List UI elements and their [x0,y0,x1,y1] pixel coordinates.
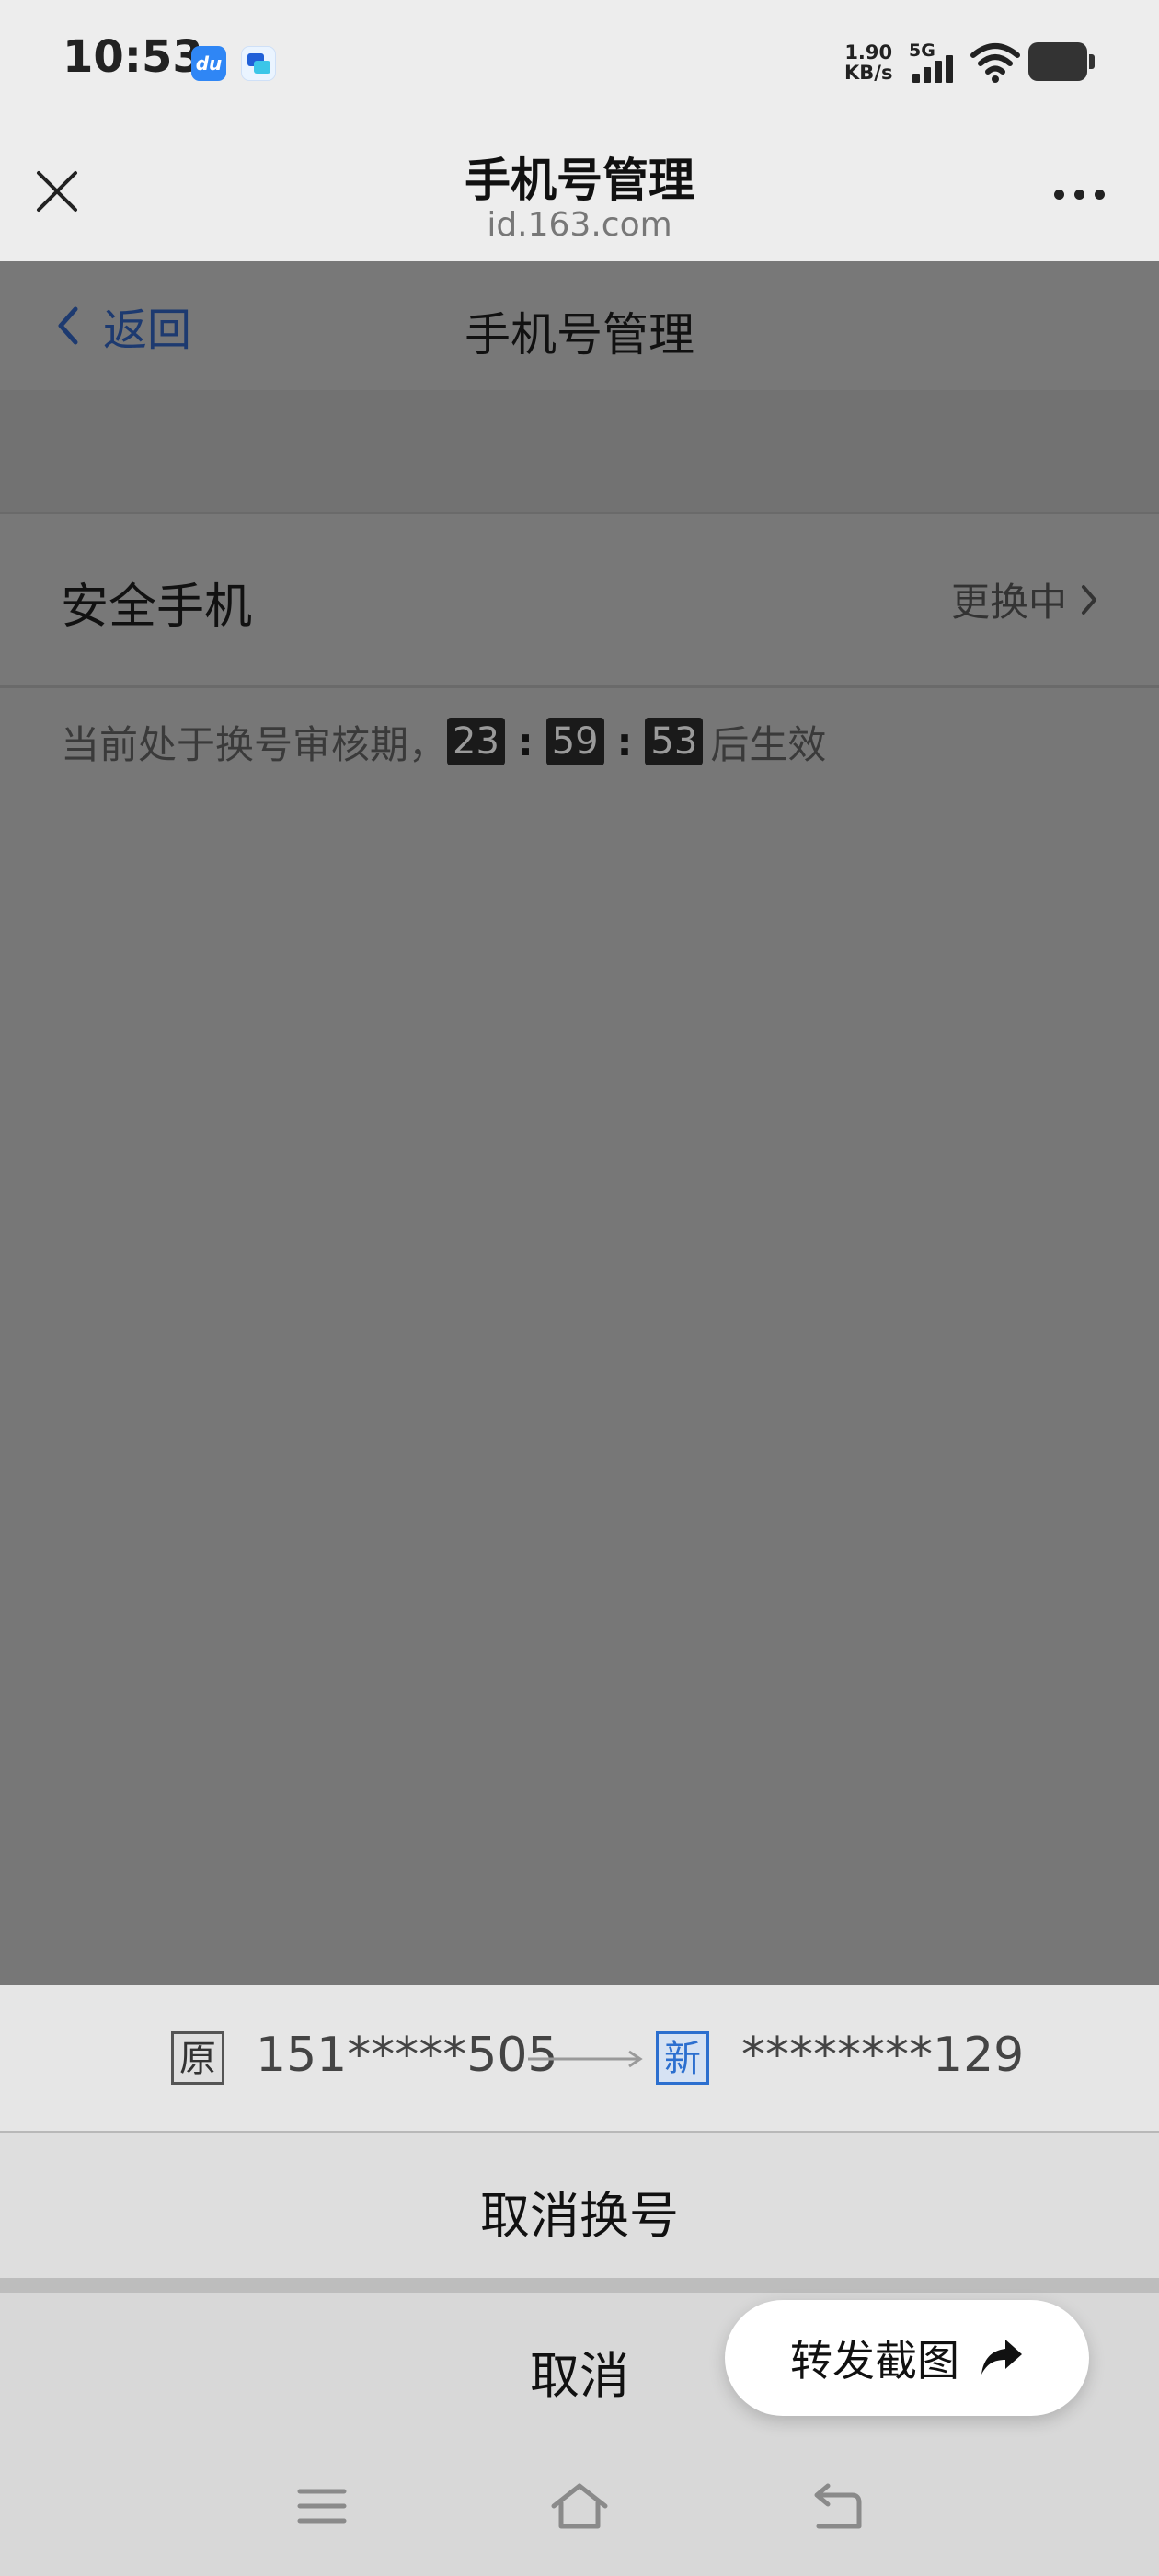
speed-unit: KB/s [844,62,893,84]
notice-prefix: 当前处于换号审核期， [61,721,448,767]
security-phone-row[interactable]: 安全手机 更换中 [0,514,1159,688]
review-notice: 当前处于换号审核期， 23 : 59 : 53 后生效 [61,712,826,771]
browser-title: 手机号管理 [465,154,694,207]
browser-url: id.163.com [487,206,672,244]
page-nav-bar: 返回 手机号管理 [0,261,1159,390]
message-app-icon [241,46,276,81]
signal-icon [912,55,957,83]
du-app-icon: du [191,46,226,81]
share-arrow-icon [981,2340,1022,2375]
page-title: 手机号管理 [465,308,694,362]
notice-suffix: 后生效 [710,721,827,767]
countdown-seconds: 53 [645,718,704,765]
menu-icon[interactable] [296,2484,348,2528]
old-number-tag: 原 [171,2031,224,2085]
countdown-hours: 23 [447,718,505,765]
status-time: 10:53 [63,31,203,83]
browser-header: 手机号管理 id.163.com [0,129,1159,261]
forward-screenshot-button[interactable]: 转发截图 [725,2300,1089,2416]
forward-label: 转发截图 [790,2336,959,2386]
number-change-row: 原 151*****505 新 ********129 [0,1985,1159,2133]
back-nav-icon[interactable] [809,2480,865,2532]
countdown-separator: : [616,719,633,765]
security-phone-status: 更换中 [951,571,1098,627]
countdown-separator: : [517,719,534,765]
speed-value: 1.90 [844,41,893,63]
system-nav-bar [0,2447,1159,2576]
sheet-divider [0,2278,1159,2293]
chevron-right-icon [1082,584,1096,615]
network-speed: 1.90 KB/s [844,42,892,83]
cancel-change-label: 取消换号 [480,2187,679,2245]
status-text: 更换中 [950,580,1067,625]
wifi-icon [970,43,1020,83]
section-gap [0,390,1159,514]
countdown-minutes: 59 [545,718,604,765]
home-icon[interactable] [548,2480,611,2532]
old-number: 151*****505 [256,2028,558,2083]
arrow-right-icon [528,2050,643,2068]
security-phone-label: 安全手机 [61,580,253,635]
cancel-change-button[interactable]: 取消换号 [0,2133,1159,2278]
more-icon[interactable] [1047,182,1111,204]
new-number-tag: 新 [656,2031,709,2085]
status-bar: 10:53 du 1.90 KB/s 5G [0,0,1159,129]
new-number: ********129 [741,2028,1025,2083]
battery-icon [1028,42,1095,81]
